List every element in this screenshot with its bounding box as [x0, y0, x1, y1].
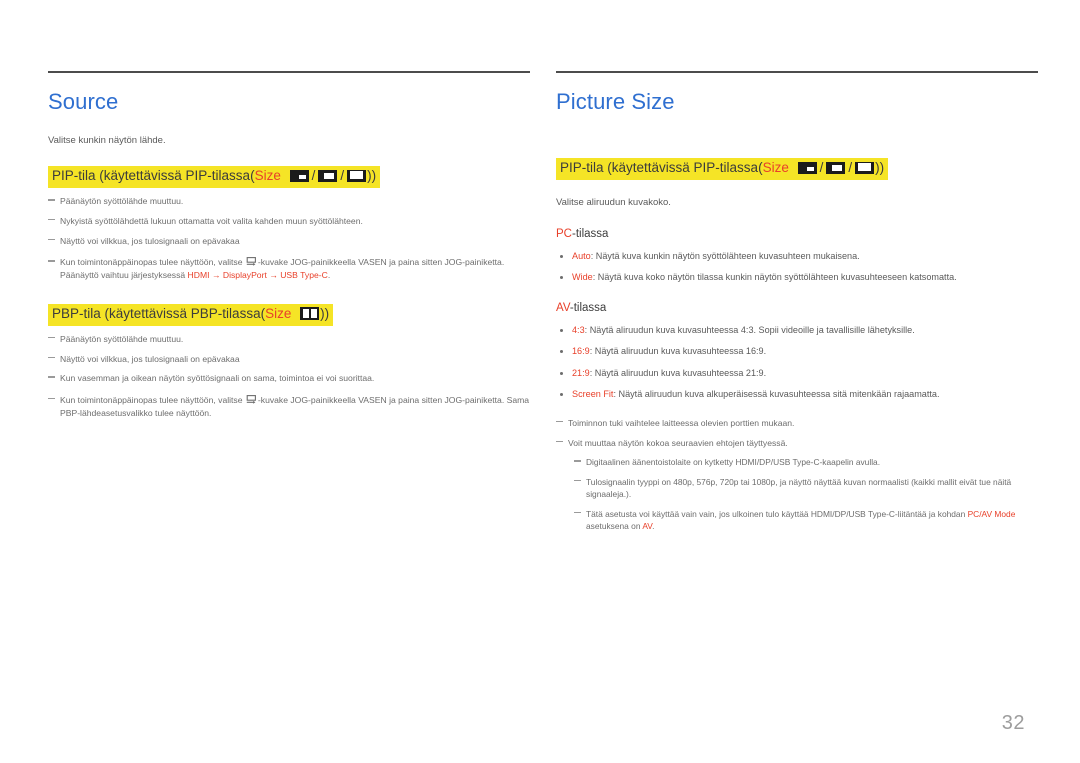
av-mode-title: AV-tilassa [556, 302, 1038, 316]
jog-note-part1: Kun toimintonäppäinopas tulee näyttöön, … [60, 394, 245, 405]
page-number: 32 [1001, 712, 1025, 734]
pbp-mode-heading: PBP-tila (käytettävissä PBP-tilassa(Size… [48, 303, 334, 326]
pip-heading-suffix: )) [875, 160, 885, 176]
av-mode-keyword: AV [556, 302, 570, 315]
pip-size-large-icon [347, 170, 367, 183]
list-item-text: : Näytä kuva kunkin näytön syöttölähteen… [590, 251, 860, 262]
list-item: Wide: Näytä kuva koko näytön tilassa kun… [556, 271, 1038, 284]
pip-heading-wrapper-right: PIP-tila (käytettävissä PIP-tilassa(Size… [556, 158, 1038, 181]
list-item-text: : Näytä kuva koko näytön tilassa kunkin … [592, 272, 957, 283]
icon-separator: / [819, 160, 824, 176]
heading-space [281, 168, 289, 183]
note-item: Näyttö voi vilkkua, jos tulosignaali on … [48, 353, 530, 366]
jog-note-kw1: HDMI [187, 270, 210, 281]
list-item: Auto: Näytä kuva kunkin näytön syöttöläh… [556, 250, 1038, 263]
picture-size-footnotes: Toiminnon tuki vaihtelee laitteessa olev… [556, 417, 1038, 533]
heading-space [789, 160, 797, 175]
list-item: 16:9: Näytä aliruudun kuva kuvasuhteessa… [556, 345, 1038, 358]
last-note-part2: asetuksena on [586, 521, 643, 532]
source-intro-text: Valitse kunkin näytön lähde. [48, 135, 166, 147]
last-note-part1: Tätä asetusta voi käyttää vain vain, jos… [586, 508, 968, 519]
sub-note-item-pcav: Tätä asetusta voi käyttää vain vain, jos… [574, 508, 1038, 533]
last-note-kw2: AV [642, 521, 653, 532]
jog-note-arrow2: → [266, 270, 281, 281]
icon-separator: / [340, 168, 345, 184]
right-column: Picture Size PIP-tila (käytettävissä PIP… [556, 0, 1038, 533]
heading-space [291, 306, 299, 321]
list-item-keyword: Screen Fit [572, 388, 614, 399]
pbp-heading-prefix: PBP-tila (käytettävissä PBP-tilassa( [52, 305, 266, 321]
last-note-part3: . [652, 521, 655, 532]
jog-note-arrow1: → [209, 270, 223, 281]
list-item-text: : Näytä aliruudun kuva kuvasuhteessa 21:… [589, 367, 767, 378]
note-item: Päänäytön syöttölähde muuttuu. [48, 333, 530, 346]
pip-size-small-icon [289, 170, 309, 183]
note-item: Kun vasemman ja oikean näytön syöttösign… [48, 372, 530, 385]
pip-heading-keyword: Size [762, 160, 789, 176]
list-item-keyword: 21:9 [572, 367, 590, 378]
pip-heading-prefix: PIP-tila (käytettävissä PIP-tilassa( [560, 160, 763, 176]
pc-mode-list: Auto: Näytä kuva kunkin näytön syöttöläh… [556, 250, 1038, 284]
pip-size-medium-icon [318, 170, 338, 183]
list-item-text: : Näytä aliruudun kuva kuvasuhteessa 4:3… [584, 325, 915, 336]
pbp-left-half [302, 308, 309, 318]
list-item-text: : Näytä aliruudun kuva kuvasuhteessa 16:… [589, 346, 767, 357]
left-top-rule [48, 71, 530, 73]
av-mode-list: 4:3: Näytä aliruudun kuva kuvasuhteessa … [556, 324, 1038, 401]
pip-heading-prefix: PIP-tila (käytettävissä PIP-tilassa( [52, 168, 255, 184]
note-item: Nykyistä syöttölähdettä lukuun ottamatta… [48, 215, 530, 228]
pbp-heading-suffix: )) [320, 305, 330, 321]
pip-mode-heading: PIP-tila (käytettävissä PIP-tilassa(Size… [48, 166, 381, 189]
list-item-keyword: Auto [572, 251, 591, 262]
note-item-jog-pip: Kun toimintonäppäinopas tulee näyttöön, … [48, 256, 530, 281]
list-item: Screen Fit: Näytä aliruudun kuva alkuper… [556, 388, 1038, 401]
pip-heading-suffix: )) [367, 168, 377, 184]
pc-mode-title: PC-tilassa [556, 228, 1038, 242]
pip-mode-heading-right: PIP-tila (käytettävissä PIP-tilassa(Size… [556, 158, 889, 181]
manual-page: Source Valitse kunkin näytön lähde. PIP-… [0, 0, 1080, 763]
jog-source-icon [246, 257, 257, 267]
list-item-keyword: 4:3 [572, 325, 585, 336]
note-item: Näyttö voi vilkkua, jos tulosignaali on … [48, 235, 530, 248]
list-item-text: : Näytä aliruudun kuva alkuperäisessä ku… [613, 388, 940, 399]
page-title-picture-size: Picture Size [556, 89, 675, 114]
jog-source-icon [246, 394, 257, 404]
jog-note-kw3: USB Type-C [280, 270, 328, 281]
left-column: Source Valitse kunkin näytön lähde. PIP-… [48, 0, 530, 419]
sub-note-item: Digitaalinen äänentoistolaite on kytkett… [574, 456, 1038, 468]
note-item: Toiminnon tuki vaihtelee laitteessa olev… [556, 417, 1038, 430]
icon-separator: / [311, 168, 316, 184]
pip-size-medium-icon [826, 162, 846, 175]
pbp-heading-wrapper: PBP-tila (käytettävissä PBP-tilassa(Size… [48, 303, 530, 326]
right-top-rule [556, 71, 1038, 73]
pip-heading-keyword: Size [254, 168, 281, 184]
page-title-source: Source [48, 89, 119, 114]
pc-mode-keyword: PC [556, 228, 572, 241]
jog-note-part3: . [327, 270, 331, 281]
note-item: Voit muuttaa näytön kokoa seuraavien eht… [556, 437, 1038, 450]
av-mode-suffix: -tilassa [569, 302, 607, 315]
list-item-keyword: Wide [572, 272, 593, 283]
pbp-split-screen-icon [300, 306, 320, 320]
pip-size-large-icon [855, 162, 875, 175]
picture-size-intro-text: Valitse aliruudun kuvakoko. [556, 197, 671, 209]
icon-separator: / [848, 160, 853, 176]
pbp-heading-keyword: Size [265, 305, 292, 321]
last-note-kw1: PC/AV Mode [967, 508, 1016, 519]
jog-note-part1: Kun toimintonäppäinopas tulee näyttöön, … [60, 257, 245, 268]
note-item-jog-pbp: Kun toimintonäppäinopas tulee näyttöön, … [48, 394, 530, 419]
sub-note-item: Tulosignaalin tyyppi on 480p, 576p, 720p… [574, 476, 1038, 501]
note-item: Päänäytön syöttölähde muuttuu. [48, 195, 530, 208]
pc-mode-suffix: -tilassa [571, 228, 609, 241]
list-item: 4:3: Näytä aliruudun kuva kuvasuhteessa … [556, 324, 1038, 337]
pbp-right-half [310, 308, 317, 318]
jog-note-kw2: DisplayPort [222, 270, 267, 281]
pip-heading-wrapper: PIP-tila (käytettävissä PIP-tilassa(Size… [48, 166, 530, 189]
list-item: 21:9: Näytä aliruudun kuva kuvasuhteessa… [556, 367, 1038, 380]
pip-size-small-icon [797, 162, 817, 175]
list-item-keyword: 16:9 [572, 346, 590, 357]
